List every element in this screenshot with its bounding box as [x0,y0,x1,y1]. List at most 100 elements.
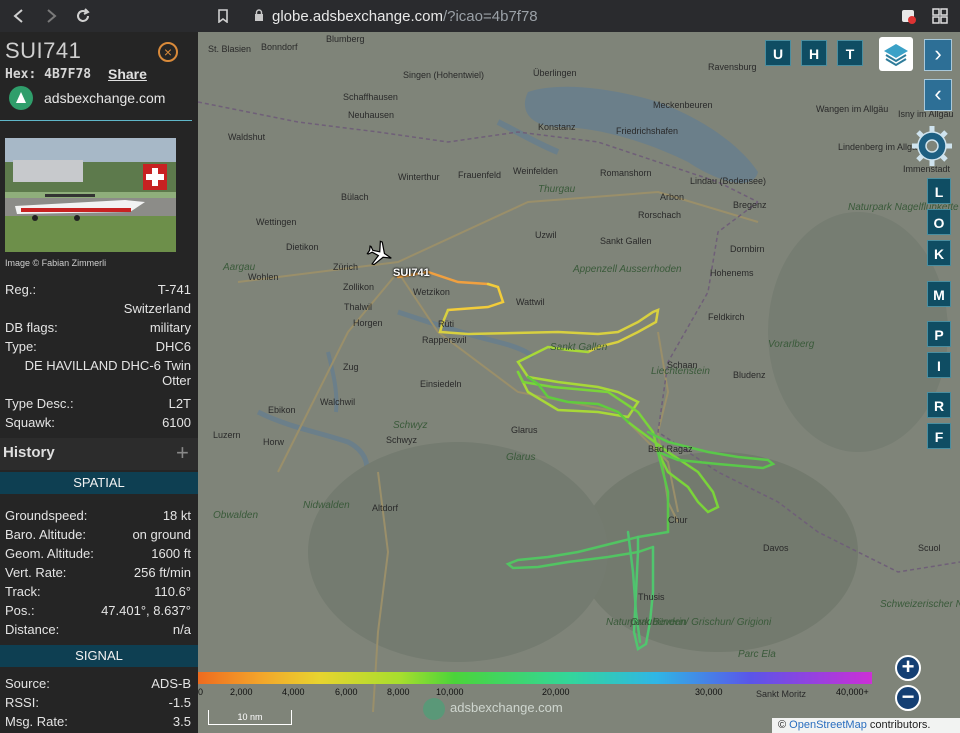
map-button-h[interactable]: H [801,40,827,66]
map-button-p[interactable]: P [927,321,951,347]
altitude-scale-label: 20,000 [542,687,570,697]
town-label: Konstanz [538,122,576,132]
watermark: adsbexchange.com [450,700,563,715]
map-button-o[interactable]: O [927,209,951,235]
settings-gear-icon[interactable] [910,124,954,168]
town-label: Zug [343,362,359,372]
address-bar[interactable]: globe.adsbexchange.com/?icao=4b7f78 [254,2,934,30]
zoom-out-icon[interactable]: − [895,685,921,711]
region-label: Obwalden [213,510,259,521]
map-button-t[interactable]: T [837,40,863,66]
town-label: Überlingen [533,68,577,78]
town-label: Zollikon [343,282,375,292]
adsbexchange-logo-icon[interactable] [9,86,33,110]
town-label: Wohlen [248,272,279,282]
close-icon[interactable]: × [158,42,178,62]
town-label: Walchwil [320,397,356,407]
map-button-f[interactable]: F [927,423,951,449]
town-label: Arbon [660,192,685,202]
hex-code: Hex: 4B7F78 [5,67,92,82]
town-label: Singen (Hohentwiel) [403,70,485,80]
forward-arrow-icon[interactable] [36,1,66,31]
map-button-k[interactable]: K [927,240,951,266]
altitude-scale-label: 2,000 [230,687,253,697]
region-label: Aargau [223,262,256,273]
expand-right-icon[interactable]: › [924,39,952,71]
town-label: Winterthur [398,172,440,182]
region-label: Appenzell Ausserrhoden [573,264,682,275]
town-label: Luzern [213,430,241,440]
town-label: Wangen im Allgäu [816,104,889,114]
map-button-m[interactable]: M [927,281,951,307]
region-label: Vorarlberg [768,339,815,350]
town-label: Lindau (Bodensee) [690,176,767,186]
map-background [198,32,960,733]
town-label: Meckenbeuren [653,100,713,110]
layers-icon[interactable] [879,37,913,71]
town-label: Hohenems [710,268,754,278]
signal-header: SIGNAL [0,645,198,667]
town-label: Horgen [353,318,383,328]
town-label: Schwyz [386,435,418,445]
altitude-scale-label: 40,000+ [836,687,869,697]
town-label: Zürich [333,262,359,272]
aircraft-label[interactable]: SUI741 [393,267,430,279]
osm-link[interactable]: OpenStreetMap [789,719,867,731]
watermark-logo-icon [423,698,445,720]
town-label: Bülach [341,192,369,202]
region-label: Liechtenstein [651,366,710,377]
map-button-u[interactable]: U [765,40,791,66]
browser-toolbar: globe.adsbexchange.com/?icao=4b7f78 [0,0,960,32]
region-label: Schweizerischer Nationalpark [880,599,960,610]
town-label: Thusis [638,592,665,602]
town-label: Rorschach [638,210,682,220]
town-label: Bludenz [733,370,766,380]
aircraft-photo[interactable] [5,138,176,252]
altitude-scale-label: 0 [198,687,204,697]
callsign: SUI741 [5,38,82,63]
divider [0,120,192,121]
town-label: Rüti [438,319,455,329]
type-full-row: DE HAVILLAND DHC-6 Twin Otter [24,358,191,388]
collapse-left-icon[interactable]: ‹ [924,79,952,111]
map-button-l[interactable]: L [927,178,951,204]
url-path: /?icao=4b7f78 [442,7,538,25]
town-label: Horw [263,437,285,447]
altitude-scale-label: 30,000 [695,687,723,697]
region-label: Parc Ela [738,649,776,660]
extension-icon[interactable] [900,8,916,24]
url-domain: globe.adsbexchange.com [272,7,443,25]
history-section[interactable]: History + [0,438,198,470]
site-link[interactable]: adsbexchange.com [44,90,165,106]
map-view[interactable]: Blumberg Bonndorf St. Blasien Singen (Hohen… [198,32,960,733]
zoom-in-icon[interactable]: + [895,655,921,681]
altitude-scale-labels: 0 2,000 4,000 6,000 8,000 10,000 20,000 30,000 4… [198,685,878,699]
region-label: Sankt Gallen [550,342,608,353]
aircraft-info-panel: SUI741 × Hex: 4B7F78 Share adsbexchange.… [0,32,198,733]
bookmark-icon[interactable] [208,1,238,31]
map-button-r[interactable]: R [927,392,951,418]
town-label: Uzwil [535,230,557,240]
spatial-header: SPATIAL [0,472,198,494]
extension-grid-icon[interactable] [932,8,948,24]
altitude-scale-label: 10,000 [436,687,464,697]
town-label: Thalwil [344,302,373,312]
town-label: Schaffhausen [343,92,398,102]
reload-icon[interactable] [68,1,98,31]
share-link[interactable]: Share [108,66,147,82]
town-label: Wetzikon [413,287,450,297]
region-label: Nidwalden [303,500,350,511]
town-label: Blumberg [326,34,365,44]
town-label: Friedrichshafen [616,126,679,136]
town-label: Ebikon [268,405,296,415]
altitude-scale-label: 4,000 [282,687,305,697]
town-label: Wettingen [256,217,297,227]
town-label: Davos [763,543,789,553]
expand-plus-icon[interactable]: + [176,442,189,464]
town-label: Waldshut [228,132,266,142]
town-label: St. Blasien [208,44,252,54]
region-label: Glarus [506,452,536,463]
back-arrow-icon[interactable] [4,1,34,31]
map-button-i[interactable]: I [927,352,951,378]
town-label: Ravensburg [708,62,757,72]
